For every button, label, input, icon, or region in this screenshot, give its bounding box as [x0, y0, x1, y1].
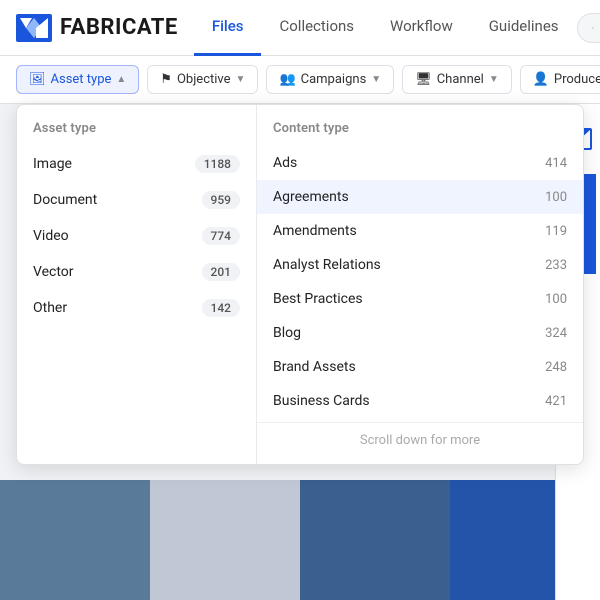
filter-objective[interactable]: ⚑ Objective ▼: [147, 65, 258, 94]
image-strip: [0, 480, 600, 600]
content-name-agreements: Agreements: [273, 189, 349, 205]
filter-channel[interactable]: 🖥 Channel ▼: [402, 65, 512, 94]
asset-name-image: Image: [33, 156, 72, 172]
content-count-agreements: 100: [535, 190, 567, 205]
asset-count-vector: 201: [202, 263, 240, 281]
tab-collections[interactable]: Collections: [261, 0, 372, 56]
content-type-column: Content type Ads 414 Agreements 100 Amen…: [257, 105, 583, 464]
filter-produced-by[interactable]: 👤 Produced b… ▼: [520, 65, 600, 94]
asset-type-column: Asset type Image 1188 Document 959 Video…: [17, 105, 257, 464]
content-count-business-cards: 421: [535, 394, 567, 409]
content-row-analyst-relations[interactable]: Analyst Relations 233: [257, 248, 583, 282]
filter-asset-type-label: Asset type: [51, 72, 112, 87]
content-row-agreements[interactable]: Agreements 100: [257, 180, 583, 214]
filter-channel-label: Channel: [437, 72, 484, 87]
asset-row-other[interactable]: Other 142: [17, 290, 256, 326]
fabricate-logo-icon: [16, 14, 52, 42]
asset-row-image[interactable]: Image 1188: [17, 146, 256, 182]
content-row-best-practices[interactable]: Best Practices 100: [257, 282, 583, 316]
content-row-ads[interactable]: Ads 414: [257, 146, 583, 180]
asset-type-dropdown: Asset type Image 1188 Document 959 Video…: [16, 104, 584, 465]
asset-name-video: Video: [33, 228, 69, 244]
monitor-icon: 🖥: [415, 72, 432, 87]
bg-img-2: [150, 480, 300, 600]
content-name-ads: Ads: [273, 155, 297, 171]
tab-guidelines[interactable]: Guidelines: [471, 0, 577, 56]
image-icon: 🖼: [29, 72, 46, 87]
bg-img-1: [0, 480, 150, 600]
content-name-business-cards: Business Cards: [273, 393, 370, 409]
filter-produced-by-label: Produced b…: [554, 72, 600, 87]
main-nav: Files Collections Workflow Guidelines: [194, 0, 577, 56]
asset-row-document[interactable]: Document 959: [17, 182, 256, 218]
asset-count-video: 774: [202, 227, 240, 245]
content-row-business-cards[interactable]: Business Cards 421: [257, 384, 583, 418]
content-count-best-practices: 100: [535, 292, 567, 307]
content-row-amendments[interactable]: Amendments 119: [257, 214, 583, 248]
content-count-blog: 324: [535, 326, 567, 341]
asset-name-vector: Vector: [33, 264, 74, 280]
content-name-amendments: Amendments: [273, 223, 357, 239]
content-count-amendments: 119: [535, 224, 567, 239]
asset-name-other: Other: [33, 300, 67, 316]
tab-files[interactable]: Files: [194, 0, 262, 56]
filter-asset-type[interactable]: 🖼 Asset type ▲: [16, 65, 139, 94]
filter-campaigns[interactable]: 👥 Campaigns ▼: [266, 65, 394, 94]
chevron-down-icon: ▼: [236, 74, 246, 85]
asset-row-vector[interactable]: Vector 201: [17, 254, 256, 290]
asset-count-image: 1188: [195, 155, 240, 173]
bg-img-3: [300, 480, 450, 600]
content-name-brand-assets: Brand Assets: [273, 359, 356, 375]
content-row-blog[interactable]: Blog 324: [257, 316, 583, 350]
filter-objective-label: Objective: [177, 72, 231, 87]
content-name-best-practices: Best Practices: [273, 291, 363, 307]
asset-count-document: 959: [202, 191, 240, 209]
content-row-brand-assets[interactable]: Brand Assets 248: [257, 350, 583, 384]
asset-row-video[interactable]: Video 774: [17, 218, 256, 254]
content-count-brand-assets: 248: [535, 360, 567, 375]
content-name-analyst-relations: Analyst Relations: [273, 257, 381, 273]
asset-type-header: Asset type: [17, 117, 256, 146]
app-name: FABRICATE: [60, 15, 178, 40]
content-type-header: Content type: [257, 117, 583, 146]
top-bar: FABRICATE Files Collections Workflow Gui…: [0, 0, 600, 56]
people-icon: 👥: [279, 72, 295, 87]
filter-campaigns-label: Campaigns: [301, 72, 367, 87]
search-box[interactable]: [577, 13, 600, 43]
content-count-ads: 414: [535, 156, 567, 171]
asset-count-other: 142: [202, 299, 240, 317]
scroll-hint: Scroll down for more: [257, 422, 583, 452]
search-icon: [592, 21, 594, 35]
chevron-down-icon-2: ▼: [371, 74, 381, 85]
flag-icon: ⚑: [160, 72, 172, 87]
person-icon: 👤: [533, 72, 549, 87]
tab-workflow[interactable]: Workflow: [372, 0, 471, 56]
content-count-analyst-relations: 233: [535, 258, 567, 273]
filter-bar: 🖼 Asset type ▲ ⚑ Objective ▼ 👥 Campaigns…: [0, 56, 600, 104]
chevron-up-icon: ▲: [116, 74, 126, 85]
content-name-blog: Blog: [273, 325, 301, 341]
chevron-down-icon-3: ▼: [489, 74, 499, 85]
logo-area: FABRICATE: [16, 14, 178, 42]
asset-name-document: Document: [33, 192, 97, 208]
